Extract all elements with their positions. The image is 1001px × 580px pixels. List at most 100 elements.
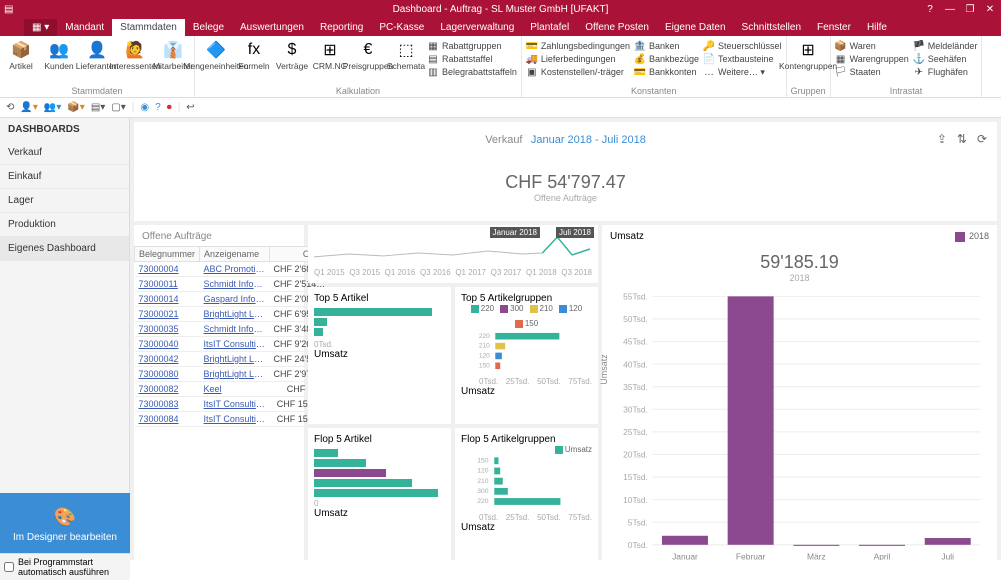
ribbon-steuerschluessel[interactable]: 🔑Steuerschlüssel	[703, 40, 782, 52]
ribbon-rabattstaffel[interactable]: ▤Rabattstaffel	[427, 53, 517, 65]
table-row[interactable]: 73000082KeelCHF 0.00	[135, 382, 330, 397]
minimize-icon[interactable]: —	[943, 4, 957, 15]
ribbon-kostenstellen[interactable]: ▣Kostenstellen/-träger	[526, 66, 630, 78]
order-number-link[interactable]: 73000083	[135, 397, 200, 412]
order-number-link[interactable]: 73000011	[135, 277, 200, 292]
sidebar-item-lager[interactable]: Lager	[0, 189, 129, 213]
order-number-link[interactable]: 73000080	[135, 367, 200, 382]
menu-mandant[interactable]: Mandant	[57, 19, 112, 36]
ribbon-artikel[interactable]: 📦Artikel	[4, 38, 38, 71]
order-customer-link[interactable]: Schmidt Informatik	[200, 277, 270, 292]
order-customer-link[interactable]: Schmidt Informatik	[200, 322, 270, 337]
ribbon-formeln[interactable]: fxFormeln	[237, 38, 271, 71]
ribbon-lieferbedingungen[interactable]: 🚚Lieferbedingungen	[526, 53, 630, 65]
orders-col[interactable]: Anzeigename	[200, 247, 270, 262]
order-customer-link[interactable]: ItsIT Consulting AG	[200, 337, 270, 352]
file-menu-icon[interactable]: ▦ ▾	[24, 19, 57, 36]
menu-fenster[interactable]: Fenster	[809, 19, 859, 36]
qat-refresh-icon[interactable]: ⟲	[6, 102, 14, 113]
order-number-link[interactable]: 73000035	[135, 322, 200, 337]
menu-belege[interactable]: Belege	[185, 19, 232, 36]
order-customer-link[interactable]: Keel	[200, 382, 270, 397]
sparkline-panel[interactable]: Januar 2018 Juli 2018 Q1 2015Q3 2015Q1 2…	[308, 225, 598, 283]
menu-offene posten[interactable]: Offene Posten	[577, 19, 657, 36]
ribbon-weitere[interactable]: …Weitere… ▾	[703, 66, 782, 78]
qat-user-icon[interactable]: 👤▾	[20, 102, 37, 113]
ribbon-vertraege[interactable]: $Verträge	[275, 38, 309, 71]
ribbon-staaten[interactable]: 🏳Staaten	[835, 66, 909, 78]
ribbon-mengeneinheiten[interactable]: 🔷Mengeneinheiten	[199, 38, 233, 71]
ribbon-kontengruppen[interactable]: ⊞Kontengruppen	[791, 38, 825, 71]
table-row[interactable]: 73000080BrightLight Leuchtreklam…CHF 2'9…	[135, 367, 330, 382]
table-row[interactable]: 73000035Schmidt InformatikCHF 3'488…	[135, 322, 330, 337]
order-customer-link[interactable]: BrightLight Leuchtreklam…	[200, 307, 270, 322]
order-customer-link[interactable]: Gaspard Informatique	[200, 292, 270, 307]
order-customer-link[interactable]: BrightLight Leuchtreklam…	[200, 352, 270, 367]
sidebar-item-eigenes-dashboard[interactable]: Eigenes Dashboard	[0, 237, 129, 261]
qat-page-icon[interactable]: ▢▾	[111, 102, 125, 113]
ribbon-interessenten[interactable]: 🙋Interessenten	[118, 38, 152, 71]
order-number-link[interactable]: 73000082	[135, 382, 200, 397]
sidebar-item-einkauf[interactable]: Einkauf	[0, 165, 129, 189]
qat-record-icon[interactable]: ⏺	[167, 102, 172, 113]
order-number-link[interactable]: 73000084	[135, 412, 200, 427]
order-customer-link[interactable]: ItsIT Consulting AG	[200, 397, 270, 412]
ribbon-flughaefen[interactable]: ✈Flughäfen	[913, 66, 978, 78]
ribbon-banken[interactable]: 🏦Banken	[634, 40, 699, 52]
menu-pc-kasse[interactable]: PC-Kasse	[371, 19, 432, 36]
ribbon-seehaefen[interactable]: ⚓Seehäfen	[913, 53, 978, 65]
menu-hilfe[interactable]: Hilfe	[859, 19, 895, 36]
menu-auswertungen[interactable]: Auswertungen	[232, 19, 312, 36]
qat-group-icon[interactable]: 👥▾	[44, 102, 61, 113]
period-link[interactable]: Januar 2018 - Juli 2018	[531, 134, 646, 146]
menu-reporting[interactable]: Reporting	[312, 19, 371, 36]
ribbon-bankkonten[interactable]: 💳Bankkonten	[634, 66, 699, 78]
table-row[interactable]: 73000011Schmidt InformatikCHF 2'514…	[135, 277, 330, 292]
qat-question-icon[interactable]: ?	[155, 102, 161, 113]
ribbon-textbausteine[interactable]: 📄Textbausteine	[703, 53, 782, 65]
menu-plantafel[interactable]: Plantafel	[522, 19, 577, 36]
table-row[interactable]: 73000042BrightLight Leuchtreklam…CHF 24'…	[135, 352, 330, 367]
order-number-link[interactable]: 73000014	[135, 292, 200, 307]
ribbon-preisgruppen[interactable]: €Preisgruppen	[351, 38, 385, 71]
sidebar-item-verkauf[interactable]: Verkauf	[0, 141, 129, 165]
qat-exit-icon[interactable]: ↩	[186, 102, 194, 113]
order-number-link[interactable]: 73000040	[135, 337, 200, 352]
menu-schnittstellen[interactable]: Schnittstellen	[734, 19, 809, 36]
orders-col[interactable]: Belegnummer	[135, 247, 200, 262]
order-customer-link[interactable]: ABC Promotions GmbH	[200, 262, 270, 277]
sidebar-item-produktion[interactable]: Produktion	[0, 213, 129, 237]
order-number-link[interactable]: 73000042	[135, 352, 200, 367]
close-icon[interactable]: ✕	[983, 4, 997, 15]
maximize-icon[interactable]: ❐	[963, 4, 977, 15]
help-icon[interactable]: ?	[923, 4, 937, 15]
table-row[interactable]: 73000004ABC Promotions GmbHCHF 2'688…	[135, 262, 330, 277]
order-customer-link[interactable]: BrightLight Leuchtreklam…	[200, 367, 270, 382]
order-number-link[interactable]: 73000004	[135, 262, 200, 277]
order-number-link[interactable]: 73000021	[135, 307, 200, 322]
menu-eigene daten[interactable]: Eigene Daten	[657, 19, 734, 36]
ribbon-zahlungsbedingungen[interactable]: 💳Zahlungsbedingungen	[526, 40, 630, 52]
ribbon-belegrabattstaffeln[interactable]: ▥Belegrabattstaffeln	[427, 66, 517, 78]
ribbon-schemata[interactable]: ⬚Schemata	[389, 38, 423, 71]
designer-button[interactable]: 🎨 Im Designer bearbeiten	[0, 493, 130, 553]
autostart-input[interactable]	[4, 562, 14, 572]
table-row[interactable]: 73000014Gaspard InformatiqueCHF 2'088…	[135, 292, 330, 307]
table-row[interactable]: 73000084ItsIT Consulting AGCHF 150.00	[135, 412, 330, 427]
qat-sphere-icon[interactable]: ◉	[140, 102, 149, 113]
ribbon-bankbezuege[interactable]: 💰Bankbezüge	[634, 53, 699, 65]
settings-icon[interactable]: ⇅	[957, 132, 967, 146]
export-icon[interactable]: ⇪	[937, 132, 947, 146]
ribbon-meldelaender[interactable]: 🏴Meldeländer	[913, 40, 978, 52]
table-row[interactable]: 73000021BrightLight Leuchtreklam…CHF 6'9…	[135, 307, 330, 322]
qat-doc-icon[interactable]: ▤▾	[91, 102, 105, 113]
menu-stammdaten[interactable]: Stammdaten	[112, 19, 185, 36]
menu-lagerverwaltung[interactable]: Lagerverwaltung	[432, 19, 522, 36]
autostart-checkbox[interactable]: Bei Programmstart automatisch ausführen	[0, 553, 130, 580]
refresh-icon[interactable]: ⟳	[977, 132, 987, 146]
order-customer-link[interactable]: ItsIT Consulting AG	[200, 412, 270, 427]
ribbon-warengruppen[interactable]: ▦Warengruppen	[835, 53, 909, 65]
table-row[interactable]: 73000040ItsIT Consulting AGCHF 9'266…	[135, 337, 330, 352]
ribbon-rabattgruppen[interactable]: ▦Rabattgruppen	[427, 40, 517, 52]
qat-box-icon[interactable]: 📦▾	[67, 102, 84, 113]
